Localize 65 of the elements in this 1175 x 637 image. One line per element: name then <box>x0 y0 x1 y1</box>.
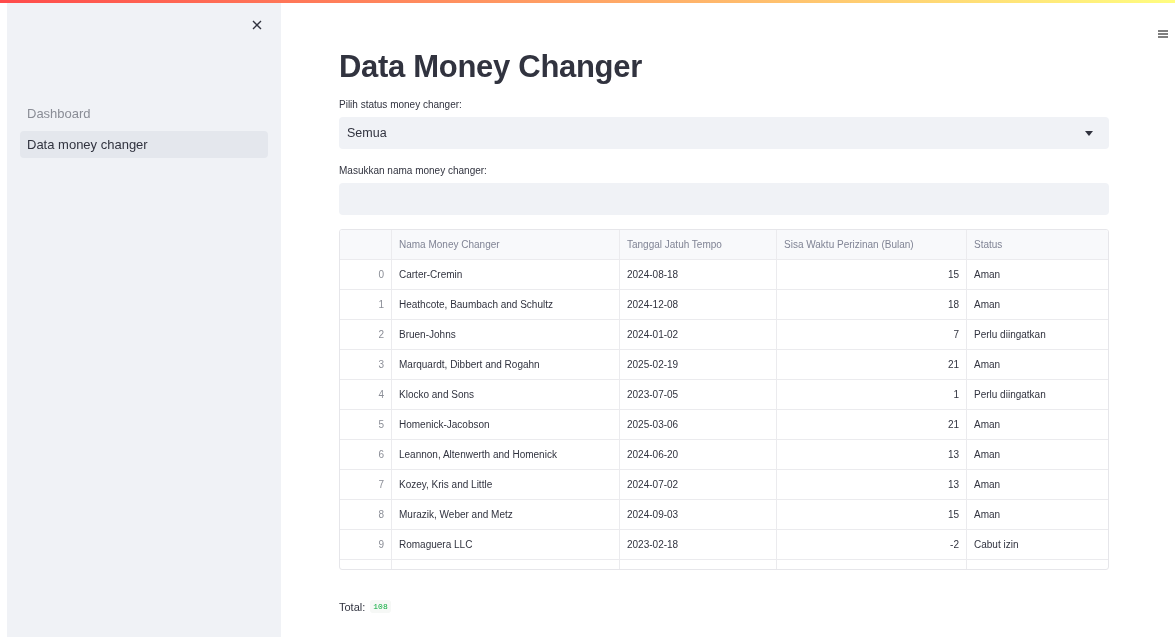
table-cell-text: Cabut izin <box>973 538 1020 552</box>
table-cell-text: Perlu diingatkan <box>973 388 1047 402</box>
row-index: 6 <box>340 440 392 469</box>
total-label: Total: <box>339 600 366 613</box>
column-header[interactable]: Sisa Waktu Perizinan (Bulan) <box>777 230 967 259</box>
table-cell: 21 <box>777 410 967 439</box>
row-index: 8 <box>340 500 392 529</box>
row-index: 1 <box>340 290 392 319</box>
table-cell-text: Aman <box>973 418 1002 432</box>
table-cell: 21 <box>777 350 967 379</box>
table-cell: 2024-07-02 <box>620 470 777 499</box>
table-cell: Heathcote, Baumbach and Schultz <box>392 290 620 319</box>
row-index: 9 <box>340 530 392 559</box>
caret-icon <box>1085 130 1093 136</box>
table-cell: Leannon, Altenwerth and Homenick <box>392 440 620 469</box>
table-cell: Homenick-Jacobson <box>392 410 620 439</box>
table-cell: 1 <box>777 380 967 409</box>
table-cell: 2025-03-06 <box>620 410 777 439</box>
column-header[interactable]: Tanggal Jatuh Tempo <box>620 230 777 259</box>
row-index: 3 <box>340 350 392 379</box>
table-cell: 2024-08-18 <box>620 260 777 289</box>
table-cell: 2024-12-08 <box>620 290 777 319</box>
table-cell: 2024-09-03 <box>620 500 777 529</box>
field-label: Masukkan nama money changer: <box>339 165 488 176</box>
table-cell: Romaguera LLC <box>392 530 620 559</box>
row-index: 0 <box>340 260 392 289</box>
table-cell: Klocko and Sons <box>392 380 620 409</box>
table-cell: Bruen-Johns <box>392 320 620 349</box>
table-cell: 7 <box>777 320 967 349</box>
table-cell-text: Aman <box>973 448 1002 462</box>
close-icon[interactable] <box>252 20 262 30</box>
table-cell-text: Aman <box>973 268 1002 282</box>
table-cell: Carter-Cremin <box>392 260 620 289</box>
sidebar-item[interactable]: Data money changer <box>20 131 268 158</box>
table-cell-text: Aman <box>973 508 1002 522</box>
table-cell: 13 <box>777 440 967 469</box>
column-header[interactable]: Status <box>967 230 1108 259</box>
table-cell: 15 <box>777 260 967 289</box>
column-header[interactable]: Nama Money Changer <box>392 230 620 259</box>
status-dropdown[interactable]: Semua <box>339 117 1109 149</box>
field-label: Pilih status money changer: <box>339 99 463 110</box>
table-cell-text: Aman <box>973 358 1002 372</box>
table-cell: 13 <box>777 470 967 499</box>
row-index: 2 <box>340 320 392 349</box>
table-cell: 2025-02-19 <box>620 350 777 379</box>
table-cell: Marquardt, Dibbert and Rogahn <box>392 350 620 379</box>
table-cell-text: Perlu diingatkan <box>973 328 1047 342</box>
table-cell: 2024-06-20 <box>620 440 777 469</box>
table-cell: 2023-07-05 <box>620 380 777 409</box>
sidebar-item[interactable]: Dashboard <box>20 100 268 127</box>
table-cell: Murazik, Weber and Metz <box>392 500 620 529</box>
total-count: 108 <box>370 600 391 613</box>
table-cell: 18 <box>777 290 967 319</box>
table-cell-text: Aman <box>973 298 1002 312</box>
menu-icon[interactable] <box>1158 30 1168 38</box>
table-cell: 2024-01-02 <box>620 320 777 349</box>
row-index: 7 <box>340 470 392 499</box>
table-cell: 2023-02-18 <box>620 530 777 559</box>
table-cell: 15 <box>777 500 967 529</box>
table-cell-text: Aman <box>973 478 1002 492</box>
row-index: 5 <box>340 410 392 439</box>
page-title: Data Money Changer <box>339 49 643 85</box>
table-cell: Kozey, Kris and Little <box>392 470 620 499</box>
row-index: 4 <box>340 380 392 409</box>
table-cell: -2 <box>777 530 967 559</box>
